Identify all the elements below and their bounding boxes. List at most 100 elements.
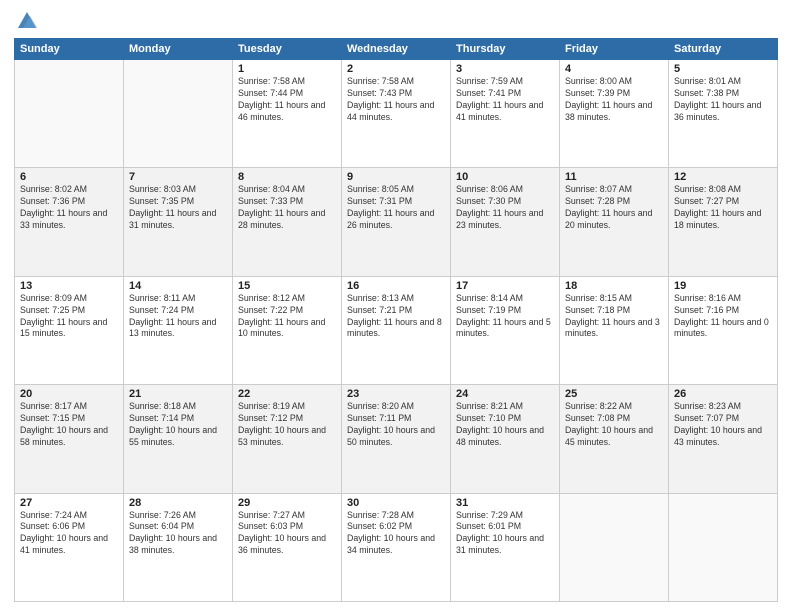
day-info: Sunrise: 8:09 AM Sunset: 7:25 PM Dayligh… [20,293,118,341]
day-number: 25 [565,388,663,400]
weekday-saturday: Saturday [669,39,778,60]
day-cell: 29Sunrise: 7:27 AM Sunset: 6:03 PM Dayli… [233,493,342,601]
week-row-3: 13Sunrise: 8:09 AM Sunset: 7:25 PM Dayli… [15,276,778,384]
day-info: Sunrise: 8:21 AM Sunset: 7:10 PM Dayligh… [456,401,554,449]
weekday-monday: Monday [124,39,233,60]
week-row-5: 27Sunrise: 7:24 AM Sunset: 6:06 PM Dayli… [15,493,778,601]
day-cell: 2Sunrise: 7:58 AM Sunset: 7:43 PM Daylig… [342,60,451,168]
day-info: Sunrise: 8:18 AM Sunset: 7:14 PM Dayligh… [129,401,227,449]
day-number: 1 [238,63,336,75]
day-number: 27 [20,497,118,509]
logo [14,10,38,32]
day-cell: 17Sunrise: 8:14 AM Sunset: 7:19 PM Dayli… [451,276,560,384]
day-number: 21 [129,388,227,400]
weekday-friday: Friday [560,39,669,60]
day-cell: 8Sunrise: 8:04 AM Sunset: 7:33 PM Daylig… [233,168,342,276]
day-info: Sunrise: 7:58 AM Sunset: 7:44 PM Dayligh… [238,76,336,124]
day-info: Sunrise: 8:04 AM Sunset: 7:33 PM Dayligh… [238,184,336,232]
logo-icon [16,10,38,32]
day-cell [124,60,233,168]
day-cell: 25Sunrise: 8:22 AM Sunset: 7:08 PM Dayli… [560,385,669,493]
day-number: 6 [20,171,118,183]
day-number: 30 [347,497,445,509]
day-cell: 19Sunrise: 8:16 AM Sunset: 7:16 PM Dayli… [669,276,778,384]
day-cell: 6Sunrise: 8:02 AM Sunset: 7:36 PM Daylig… [15,168,124,276]
day-info: Sunrise: 8:20 AM Sunset: 7:11 PM Dayligh… [347,401,445,449]
day-number: 16 [347,280,445,292]
day-number: 31 [456,497,554,509]
day-cell: 15Sunrise: 8:12 AM Sunset: 7:22 PM Dayli… [233,276,342,384]
weekday-wednesday: Wednesday [342,39,451,60]
day-number: 8 [238,171,336,183]
day-info: Sunrise: 8:17 AM Sunset: 7:15 PM Dayligh… [20,401,118,449]
day-number: 4 [565,63,663,75]
day-info: Sunrise: 8:05 AM Sunset: 7:31 PM Dayligh… [347,184,445,232]
day-info: Sunrise: 8:00 AM Sunset: 7:39 PM Dayligh… [565,76,663,124]
day-info: Sunrise: 8:13 AM Sunset: 7:21 PM Dayligh… [347,293,445,341]
day-number: 17 [456,280,554,292]
week-row-1: 1Sunrise: 7:58 AM Sunset: 7:44 PM Daylig… [15,60,778,168]
day-number: 13 [20,280,118,292]
day-info: Sunrise: 8:15 AM Sunset: 7:18 PM Dayligh… [565,293,663,341]
day-number: 20 [20,388,118,400]
day-number: 10 [456,171,554,183]
day-cell: 14Sunrise: 8:11 AM Sunset: 7:24 PM Dayli… [124,276,233,384]
weekday-header-row: SundayMondayTuesdayWednesdayThursdayFrid… [15,39,778,60]
day-number: 28 [129,497,227,509]
header [14,10,778,32]
day-number: 15 [238,280,336,292]
weekday-sunday: Sunday [15,39,124,60]
calendar-table: SundayMondayTuesdayWednesdayThursdayFrid… [14,38,778,602]
page: SundayMondayTuesdayWednesdayThursdayFrid… [0,0,792,612]
day-number: 19 [674,280,772,292]
day-cell: 11Sunrise: 8:07 AM Sunset: 7:28 PM Dayli… [560,168,669,276]
day-number: 14 [129,280,227,292]
day-cell: 21Sunrise: 8:18 AM Sunset: 7:14 PM Dayli… [124,385,233,493]
day-cell: 24Sunrise: 8:21 AM Sunset: 7:10 PM Dayli… [451,385,560,493]
day-info: Sunrise: 8:16 AM Sunset: 7:16 PM Dayligh… [674,293,772,341]
day-cell: 5Sunrise: 8:01 AM Sunset: 7:38 PM Daylig… [669,60,778,168]
day-cell: 22Sunrise: 8:19 AM Sunset: 7:12 PM Dayli… [233,385,342,493]
day-info: Sunrise: 7:27 AM Sunset: 6:03 PM Dayligh… [238,510,336,558]
day-cell: 13Sunrise: 8:09 AM Sunset: 7:25 PM Dayli… [15,276,124,384]
week-row-2: 6Sunrise: 8:02 AM Sunset: 7:36 PM Daylig… [15,168,778,276]
day-cell [560,493,669,601]
day-info: Sunrise: 7:59 AM Sunset: 7:41 PM Dayligh… [456,76,554,124]
day-number: 22 [238,388,336,400]
day-info: Sunrise: 8:19 AM Sunset: 7:12 PM Dayligh… [238,401,336,449]
day-number: 2 [347,63,445,75]
day-cell: 7Sunrise: 8:03 AM Sunset: 7:35 PM Daylig… [124,168,233,276]
day-number: 9 [347,171,445,183]
day-info: Sunrise: 8:11 AM Sunset: 7:24 PM Dayligh… [129,293,227,341]
day-number: 26 [674,388,772,400]
day-cell: 26Sunrise: 8:23 AM Sunset: 7:07 PM Dayli… [669,385,778,493]
day-cell: 23Sunrise: 8:20 AM Sunset: 7:11 PM Dayli… [342,385,451,493]
day-number: 23 [347,388,445,400]
day-info: Sunrise: 8:03 AM Sunset: 7:35 PM Dayligh… [129,184,227,232]
day-cell [669,493,778,601]
day-info: Sunrise: 8:23 AM Sunset: 7:07 PM Dayligh… [674,401,772,449]
day-cell: 4Sunrise: 8:00 AM Sunset: 7:39 PM Daylig… [560,60,669,168]
day-info: Sunrise: 8:22 AM Sunset: 7:08 PM Dayligh… [565,401,663,449]
day-info: Sunrise: 8:08 AM Sunset: 7:27 PM Dayligh… [674,184,772,232]
day-info: Sunrise: 8:01 AM Sunset: 7:38 PM Dayligh… [674,76,772,124]
day-cell: 3Sunrise: 7:59 AM Sunset: 7:41 PM Daylig… [451,60,560,168]
day-cell: 20Sunrise: 8:17 AM Sunset: 7:15 PM Dayli… [15,385,124,493]
day-cell: 1Sunrise: 7:58 AM Sunset: 7:44 PM Daylig… [233,60,342,168]
day-info: Sunrise: 7:58 AM Sunset: 7:43 PM Dayligh… [347,76,445,124]
day-cell: 27Sunrise: 7:24 AM Sunset: 6:06 PM Dayli… [15,493,124,601]
day-info: Sunrise: 8:14 AM Sunset: 7:19 PM Dayligh… [456,293,554,341]
day-number: 24 [456,388,554,400]
day-number: 11 [565,171,663,183]
weekday-thursday: Thursday [451,39,560,60]
day-info: Sunrise: 8:06 AM Sunset: 7:30 PM Dayligh… [456,184,554,232]
day-cell [15,60,124,168]
day-info: Sunrise: 8:02 AM Sunset: 7:36 PM Dayligh… [20,184,118,232]
day-cell: 10Sunrise: 8:06 AM Sunset: 7:30 PM Dayli… [451,168,560,276]
week-row-4: 20Sunrise: 8:17 AM Sunset: 7:15 PM Dayli… [15,385,778,493]
weekday-tuesday: Tuesday [233,39,342,60]
day-cell: 9Sunrise: 8:05 AM Sunset: 7:31 PM Daylig… [342,168,451,276]
day-cell: 28Sunrise: 7:26 AM Sunset: 6:04 PM Dayli… [124,493,233,601]
day-cell: 16Sunrise: 8:13 AM Sunset: 7:21 PM Dayli… [342,276,451,384]
day-info: Sunrise: 8:12 AM Sunset: 7:22 PM Dayligh… [238,293,336,341]
